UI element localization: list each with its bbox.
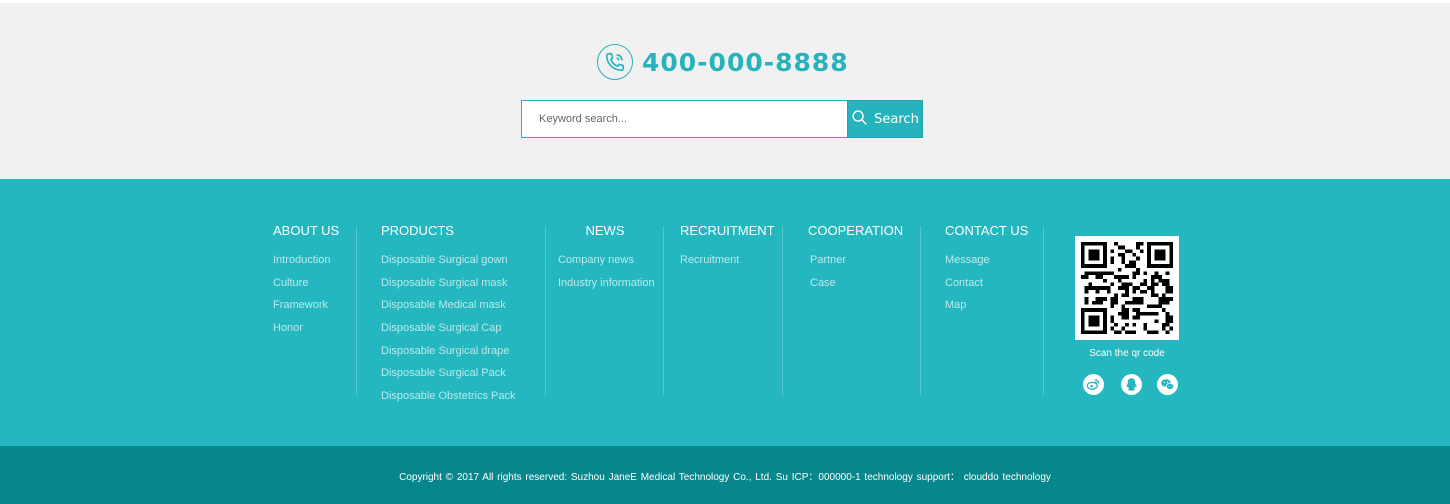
footer-divider (920, 226, 921, 396)
phone-icon (597, 44, 633, 80)
wechat-icon[interactable] (1157, 374, 1178, 395)
footer-col-cooperation: COOPERATION Partner Case (808, 223, 903, 298)
footer-link-case[interactable]: Case (810, 276, 903, 299)
footer-link-introduction[interactable]: Introduction (273, 253, 339, 276)
footer-divider (545, 226, 546, 396)
footer-link-message[interactable]: Message (945, 253, 1028, 276)
qq-icon[interactable] (1121, 374, 1142, 395)
footer-link-framework[interactable]: Framework (273, 298, 339, 321)
footer-col-title-about[interactable]: ABOUT US (273, 223, 339, 239)
search-icon (851, 109, 868, 130)
copyright-text: Copyright © 2017 All rights reserved: Su… (399, 472, 1051, 483)
footer-link-medical-mask[interactable]: Disposable Medical mask (381, 298, 516, 321)
search-button[interactable]: Search (847, 100, 923, 138)
footer-link-culture[interactable]: Culture (273, 276, 339, 299)
footer-link-surgical-gown[interactable]: Disposable Surgical gown (381, 253, 516, 276)
footer-col-contact-us: CONTACT US Message Contact Map (945, 223, 1028, 321)
footer-col-recruitment: RECRUITMENT Recruitment (680, 223, 775, 276)
qr-code (1075, 236, 1179, 340)
footer-link-surgical-cap[interactable]: Disposable Surgical Cap (381, 321, 516, 344)
footer-link-recruitment[interactable]: Recruitment (680, 253, 775, 276)
phone-number: 400-000-8888 (642, 47, 849, 77)
footer-link-partner[interactable]: Partner (810, 253, 903, 276)
footer-col-title-products[interactable]: PRODUCTS (381, 223, 516, 239)
contact-search-section: 400-000-8888 Search (0, 3, 1450, 179)
footer-link-surgical-pack[interactable]: Disposable Surgical Pack (381, 366, 516, 389)
footer-link-honor[interactable]: Honor (273, 321, 339, 344)
footer-nav-section: ABOUT US Introduction Culture Framework … (0, 179, 1450, 446)
qr-code-image (1081, 242, 1173, 334)
footer-col-title-cooperation[interactable]: COOPERATION (808, 223, 903, 239)
footer-col-about: ABOUT US Introduction Culture Framework … (273, 223, 339, 344)
footer-col-products: PRODUCTS Disposable Surgical gown Dispos… (381, 223, 516, 412)
footer-col-title-recruitment[interactable]: RECRUITMENT (680, 223, 775, 239)
footer-divider (782, 226, 783, 396)
search-input[interactable] (521, 100, 847, 138)
footer-link-company-news[interactable]: Company news (558, 253, 652, 276)
footer-link-contact[interactable]: Contact (945, 276, 1028, 299)
footer-col-title-contact-us[interactable]: CONTACT US (945, 223, 1028, 239)
footer-divider (1043, 226, 1044, 396)
footer-link-surgical-drape[interactable]: Disposable Surgical drape (381, 344, 516, 367)
footer-link-map[interactable]: Map (945, 298, 1028, 321)
qr-caption: Scan the qr code (1089, 348, 1165, 359)
footer-link-obstetrics-pack[interactable]: Disposable Obstetrics Pack (381, 389, 516, 412)
phone-contact: 400-000-8888 (597, 42, 849, 82)
footer-link-surgical-mask[interactable]: Disposable Surgical mask (381, 276, 516, 299)
footer-link-industry-information[interactable]: Industry information (558, 276, 655, 299)
footer-divider (356, 226, 357, 396)
search-button-label: Search (874, 111, 919, 127)
copyright-bar: Copyright © 2017 All rights reserved: Su… (0, 446, 1450, 504)
search-bar: Search (521, 100, 923, 138)
weibo-icon[interactable] (1083, 374, 1104, 395)
footer-col-news: NEWS Company news Industry information (558, 223, 655, 299)
footer-divider (663, 226, 664, 396)
footer-col-title-news[interactable]: NEWS (558, 223, 652, 239)
